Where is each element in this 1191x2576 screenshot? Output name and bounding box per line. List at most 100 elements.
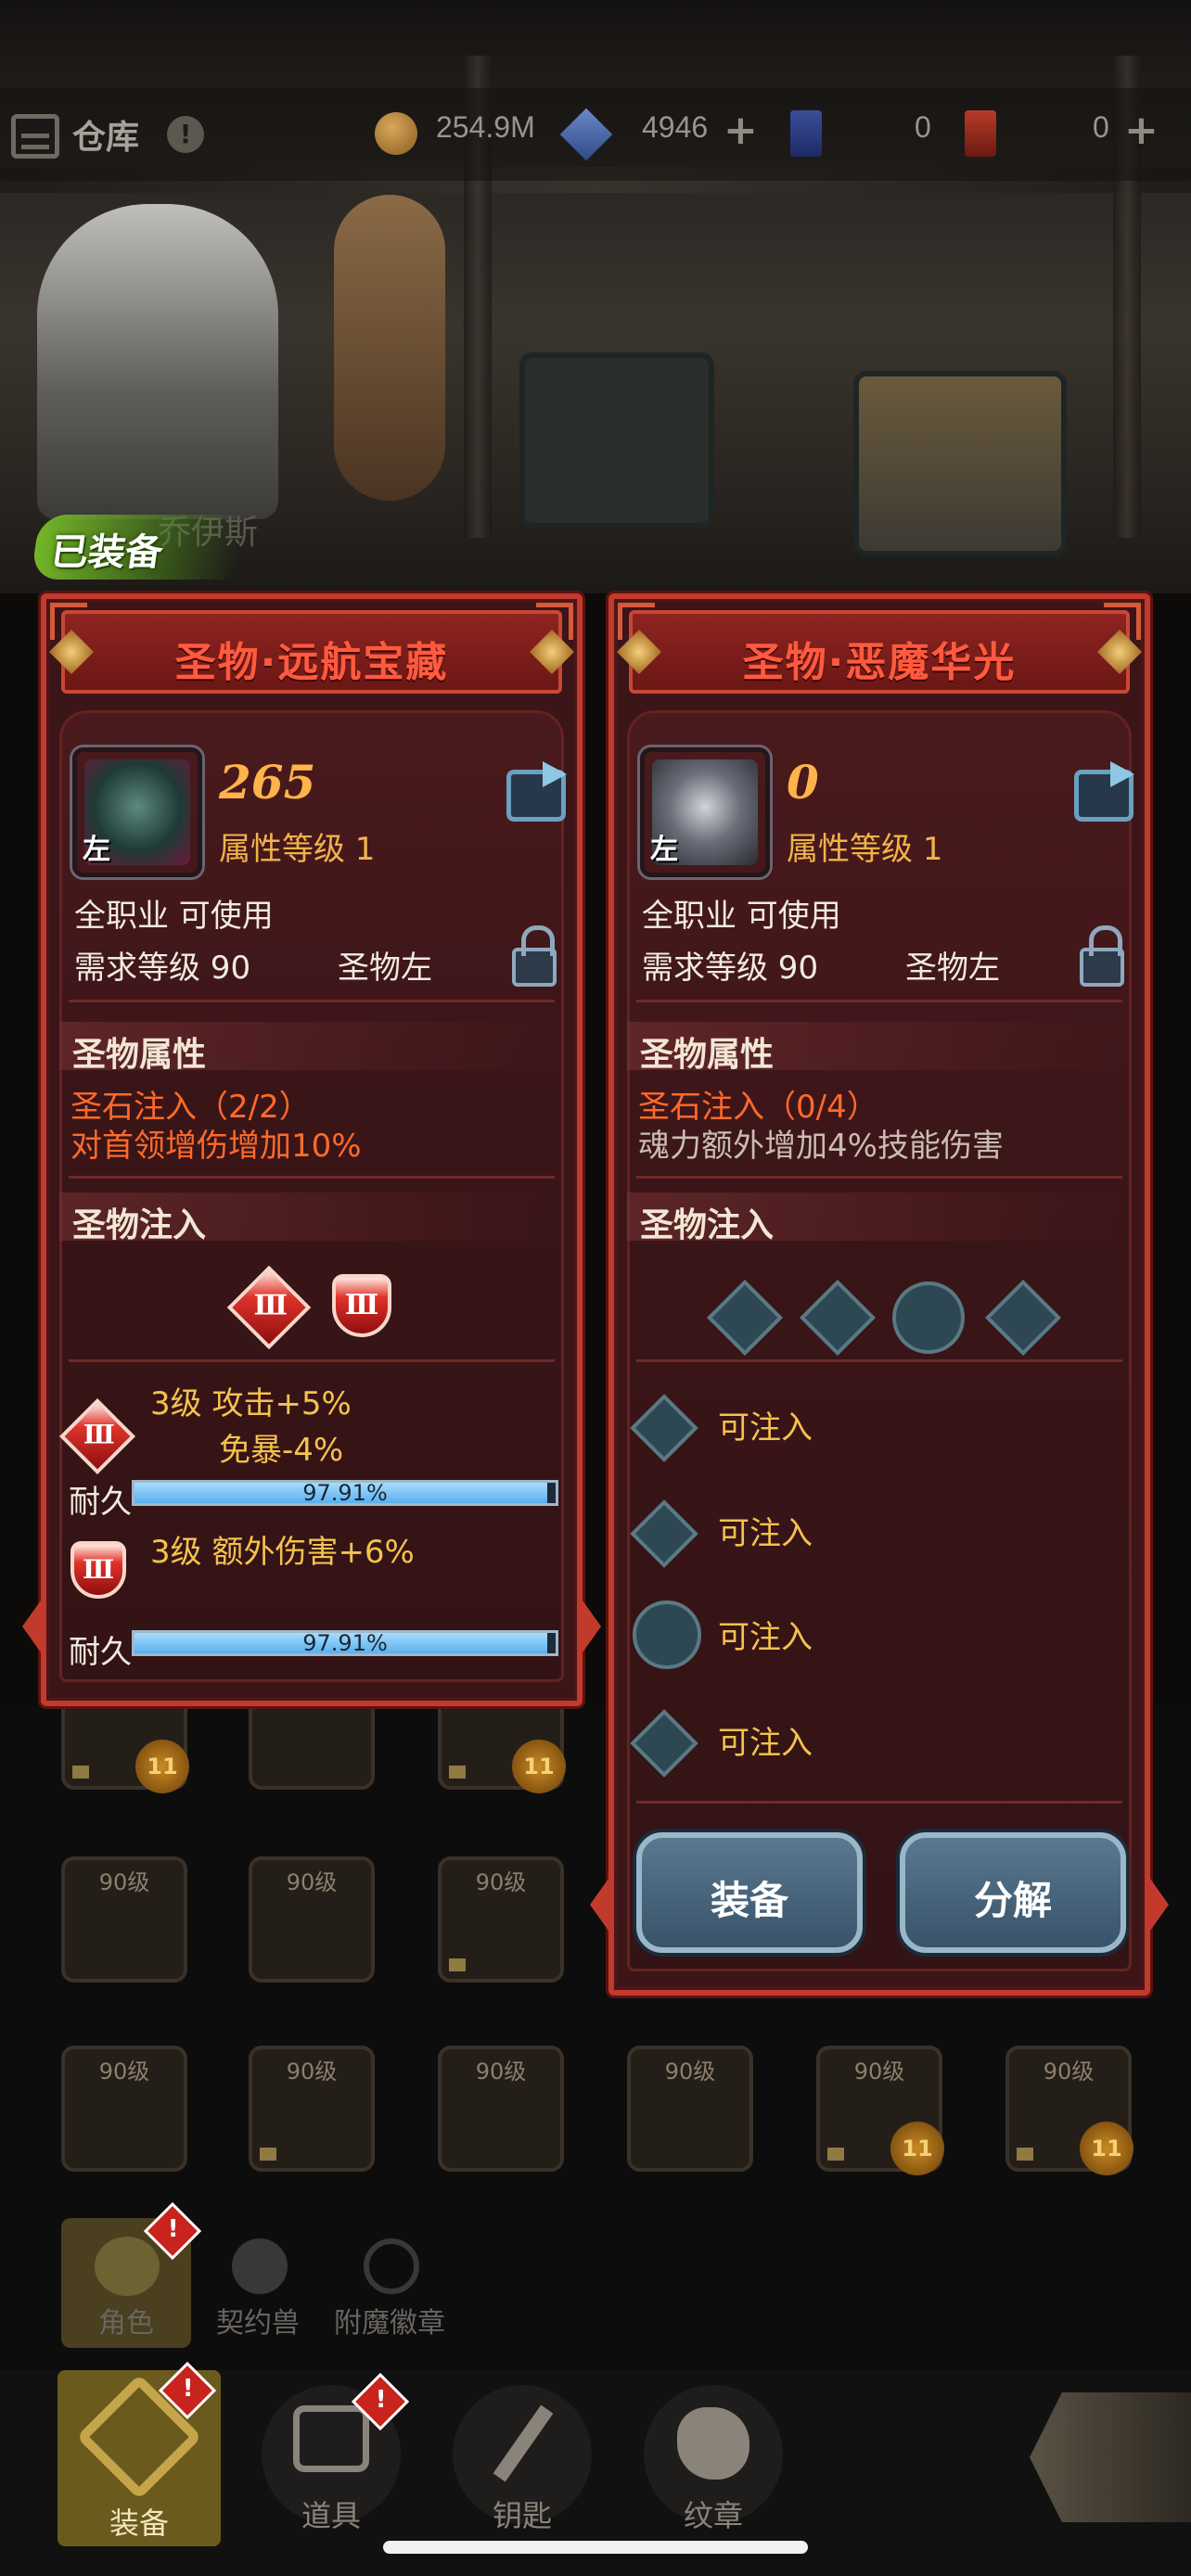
tab-enchant-badge[interactable]: 附魔徽章 <box>325 2218 455 2348</box>
hero-portrait <box>37 204 278 519</box>
item-level: 90级 <box>98 1869 150 1895</box>
empty-circle-slot-icon[interactable] <box>892 1282 965 1354</box>
new-relic-panel: 圣物·恶魔华光 左 0 属性等级 1 全职业 可使用 需求等级 90 圣物左 圣… <box>590 593 1169 1996</box>
arrow-left-icon <box>22 1600 41 1652</box>
divider <box>69 1359 555 1362</box>
relic-title: 圣物·恶魔华光 <box>742 639 1017 686</box>
empty-circle-slot-icon[interactable] <box>633 1600 701 1669</box>
infuse-section-header: 圣物注入 <box>59 1192 564 1244</box>
durability-percent: 97.91% <box>302 1630 388 1656</box>
nav-equip[interactable]: 装备 <box>58 2361 221 2546</box>
inventory-slot[interactable]: 90级 <box>249 1856 375 1983</box>
level-requirement: 需求等级 90 <box>642 950 819 987</box>
section-title: 圣物属性 <box>72 1036 207 1074</box>
key-icon <box>493 2404 554 2482</box>
gem-effect: 免暴-4% <box>219 1432 344 1469</box>
power-value: 265 <box>219 755 316 810</box>
tab-label: 角色 <box>98 2307 154 2340</box>
divider <box>69 1176 555 1179</box>
gem-effect: 3级 额外伤害+6% <box>150 1534 415 1571</box>
inventory-slot[interactable]: 90级 <box>627 2046 753 2172</box>
lock-icon[interactable] <box>512 925 557 987</box>
slot-status: 可注入 <box>718 1619 813 1656</box>
inventory-slot[interactable]: 90级 <box>61 1856 187 1983</box>
enhance-badge: 11 <box>135 1740 189 1793</box>
enhance-badge: 11 <box>890 2122 944 2175</box>
inventory-slot[interactable]: 90级 <box>61 2046 187 2172</box>
nav-label: 道具 <box>301 2498 361 2533</box>
gem-effect: 3级 攻击+5% <box>150 1385 352 1422</box>
inventory-slot[interactable]: 90级 11 <box>816 2046 944 2175</box>
gold-coin-icon <box>375 112 417 155</box>
paw-icon <box>232 2238 288 2294</box>
share-icon[interactable] <box>506 761 567 822</box>
warehouse-title: 仓库 <box>72 118 140 156</box>
add-crystal-button[interactable]: + <box>724 107 758 154</box>
slot-tag: 左 <box>650 834 678 866</box>
section-title: 圣物注入 <box>72 1206 207 1244</box>
lock-icon <box>827 2148 844 2161</box>
inventory-slot[interactable]: 90级 <box>438 2046 564 2172</box>
tab-character[interactable]: 角色 <box>61 2201 202 2348</box>
arrow-left-icon <box>590 1879 608 1931</box>
durability-percent: 97.91% <box>302 1480 388 1506</box>
slot-status: 可注入 <box>718 1409 813 1447</box>
crystal-icon <box>559 108 613 161</box>
relic-bonus: 对首领增伤增加10% <box>70 1128 362 1165</box>
relic-icon[interactable]: 左 <box>72 747 202 877</box>
equipped-relic-panel: 圣物·远航宝藏 左 265 属性等级 1 全职业 可使用 需求等级 90 圣物左… <box>22 593 601 1706</box>
info-icon[interactable]: ! <box>167 116 204 153</box>
enhance-badge: 11 <box>512 1740 566 1793</box>
inventory-slot[interactable]: 90级 11 <box>1005 2046 1133 2175</box>
equipped-label: 已装备 <box>47 531 166 574</box>
emblem-icon <box>677 2407 749 2480</box>
inventory-slot[interactable]: 90级 <box>249 2046 375 2172</box>
item-level: 90级 <box>1043 2059 1095 2085</box>
red-ticket-icon <box>965 110 996 157</box>
divider <box>636 1801 1122 1804</box>
lock-icon <box>449 1766 466 1779</box>
divider <box>636 1000 1122 1002</box>
divider <box>636 1359 1122 1362</box>
warehouse-icon <box>11 114 59 159</box>
lock-icon <box>449 1958 466 1971</box>
class-requirement: 全职业 可使用 <box>642 898 841 935</box>
nav-keys[interactable]: 钥匙 <box>453 2385 592 2533</box>
gem-tier: Ⅲ <box>253 1289 288 1322</box>
weapon-rack <box>334 195 445 501</box>
nav-label: 纹章 <box>683 2498 743 2533</box>
arrow-right-icon <box>1150 1879 1169 1931</box>
attr-section-header: 圣物属性 <box>627 1022 1132 1074</box>
relic-icon[interactable]: 左 <box>640 747 770 877</box>
add-ticket-button[interactable]: + <box>1124 107 1159 154</box>
section-title: 圣物属性 <box>640 1036 775 1074</box>
durability-label: 耐久 <box>69 1634 132 1671</box>
decompose-button[interactable]: 分解 <box>900 1832 1126 1953</box>
share-icon[interactable] <box>1074 761 1134 822</box>
durability-bar: 97.91% <box>132 1480 558 1506</box>
red-ticket-count: 0 <box>1093 110 1109 144</box>
nav-label: 钥匙 <box>492 2498 552 2533</box>
treasure-chest <box>853 371 1067 556</box>
class-requirement: 全职业 可使用 <box>74 898 274 935</box>
lock-icon[interactable] <box>1080 925 1124 987</box>
item-level: 90级 <box>475 2059 527 2085</box>
relic-title-bar: 圣物·远航宝藏 <box>48 610 575 694</box>
nav-items[interactable]: 道具 <box>262 2372 410 2533</box>
attribute-level: 属性等级 1 <box>219 831 376 868</box>
tab-contract-beast[interactable]: 契约兽 <box>193 2218 323 2348</box>
item-level: 90级 <box>475 1869 527 1895</box>
inventory-slot[interactable]: 90级 <box>438 1856 564 1983</box>
attr-section-header: 圣物属性 <box>59 1022 564 1074</box>
equip-button[interactable]: 装备 <box>636 1832 863 1953</box>
attribute-level: 属性等级 1 <box>787 831 943 868</box>
slot-status: 可注入 <box>718 1725 813 1762</box>
lock-icon <box>72 1766 89 1779</box>
item-level: 90级 <box>853 2059 905 2085</box>
button-label: 装备 <box>710 1878 788 1923</box>
next-arrow-button[interactable] <box>1030 2392 1191 2522</box>
damage-gem-icon[interactable]: Ⅲ <box>332 1274 391 1337</box>
relic-title: 圣物·远航宝藏 <box>174 639 449 686</box>
nav-emblems[interactable]: 纹章 <box>644 2385 783 2533</box>
divider <box>69 1000 555 1002</box>
